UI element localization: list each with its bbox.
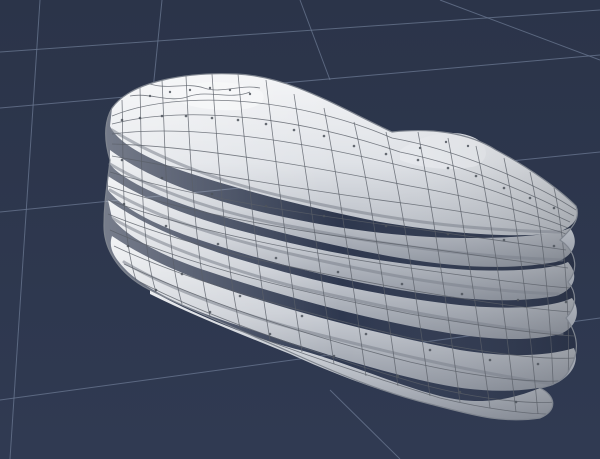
scene-svg — [0, 0, 600, 459]
3d-viewport[interactable] — [0, 0, 600, 459]
